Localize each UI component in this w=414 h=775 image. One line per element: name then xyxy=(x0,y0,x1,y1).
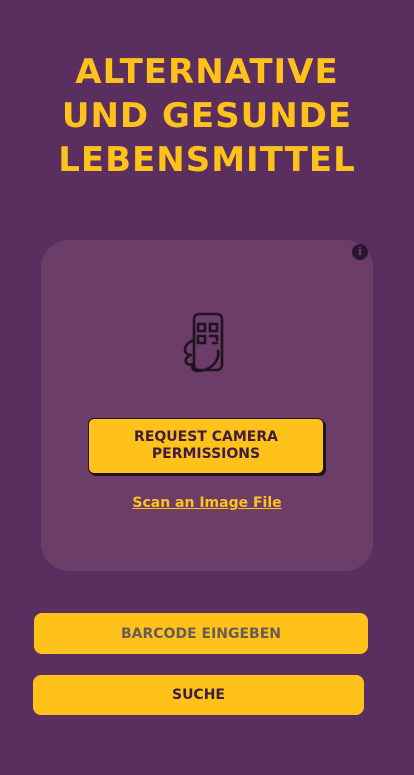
info-icon[interactable]: i xyxy=(352,244,368,260)
barcode-input[interactable] xyxy=(34,613,368,654)
page-title: ALTERNATIVE UND GESUNDE LEBENSMITTEL xyxy=(0,50,414,182)
scan-image-file-link[interactable]: Scan an Image File xyxy=(0,495,414,511)
page-title-line-2: UND GESUNDE xyxy=(61,96,353,136)
page-title-line-1: ALTERNATIVE xyxy=(75,52,339,92)
search-button[interactable]: SUCHE xyxy=(33,675,364,715)
phone-qr-scan-icon xyxy=(183,312,224,373)
request-camera-permissions-button[interactable]: REQUEST CAMERA PERMISSIONS xyxy=(88,418,324,474)
scanner-panel xyxy=(41,240,373,571)
page-title-line-3: LEBENSMITTEL xyxy=(58,140,356,180)
